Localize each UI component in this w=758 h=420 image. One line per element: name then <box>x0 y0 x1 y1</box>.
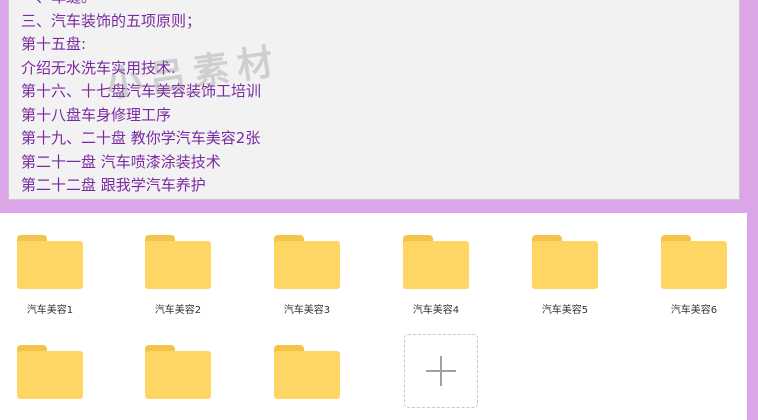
description-text-panel: 一、车缝。 三、汽车装饰的五项原则； 第十五盘: 介绍无水洗车实用技术. 第十六… <box>8 0 740 200</box>
folder-label: 汽车美容4 <box>412 305 460 316</box>
description-line: 第十五盘: <box>21 35 87 53</box>
folder-item[interactable]: 汽车美容6 <box>644 235 744 316</box>
purple-frame-right <box>747 0 758 420</box>
folder-label: 汽车美容3 <box>283 305 331 316</box>
description-line: 第二十二盘 跟我学汽车养护 <box>21 176 206 194</box>
folder-grid: 汽车美容1 汽车美容2 汽车美容3 汽车美容4 汽车美容5 汽车美容6 <box>0 213 747 420</box>
folder-item[interactable] <box>0 345 100 411</box>
folder-icon[interactable] <box>532 235 598 289</box>
description-line: 第二十一盘 汽车喷漆涂装技术 <box>21 152 221 171</box>
folder-icon[interactable] <box>661 235 727 289</box>
page: 一、车缝。 三、汽车装饰的五项原则； 第十五盘: 介绍无水洗车实用技术. 第十六… <box>0 0 758 420</box>
folder-label: 汽车美容6 <box>670 305 718 316</box>
folder-label: 汽车美容2 <box>154 305 202 316</box>
plus-icon <box>426 356 456 386</box>
folder-icon[interactable] <box>17 345 83 399</box>
description-line: 第十六、十七盘汽车美容装饰工培训 <box>21 82 262 100</box>
folder-icon[interactable] <box>274 345 340 399</box>
folder-icon[interactable] <box>274 235 340 289</box>
description-line: 三、汽车装饰的五项原则； <box>21 11 202 30</box>
folder-item[interactable]: 汽车美容4 <box>386 235 486 316</box>
description-line: 一、车缝。 <box>21 0 261 10</box>
description-line: 介绍无水洗车实用技术. <box>21 58 176 77</box>
add-folder-button[interactable] <box>404 334 478 408</box>
folder-item[interactable]: 汽车美容5 <box>515 235 615 316</box>
description-lines: 一、车缝。 三、汽车装饰的五项原则； 第十五盘: 介绍无水洗车实用技术. 第十六… <box>21 0 261 198</box>
folder-icon[interactable] <box>17 235 83 289</box>
description-line: 第十八盘车身修理工序 <box>21 105 172 124</box>
folder-item[interactable]: 汽车美容2 <box>128 235 228 316</box>
folder-item[interactable] <box>257 345 357 411</box>
folder-item[interactable] <box>128 345 228 411</box>
folder-item[interactable]: 汽车美容1 <box>0 235 100 316</box>
folder-label: 汽车美容1 <box>26 305 74 316</box>
folder-label: 汽车美容5 <box>541 305 589 316</box>
folder-icon[interactable] <box>403 235 469 289</box>
folder-item[interactable]: 汽车美容3 <box>257 235 357 316</box>
description-line: 第十九、二十盘 教你学汽车美容2张 <box>21 129 261 147</box>
folder-icon[interactable] <box>145 345 211 399</box>
folder-icon[interactable] <box>145 235 211 289</box>
